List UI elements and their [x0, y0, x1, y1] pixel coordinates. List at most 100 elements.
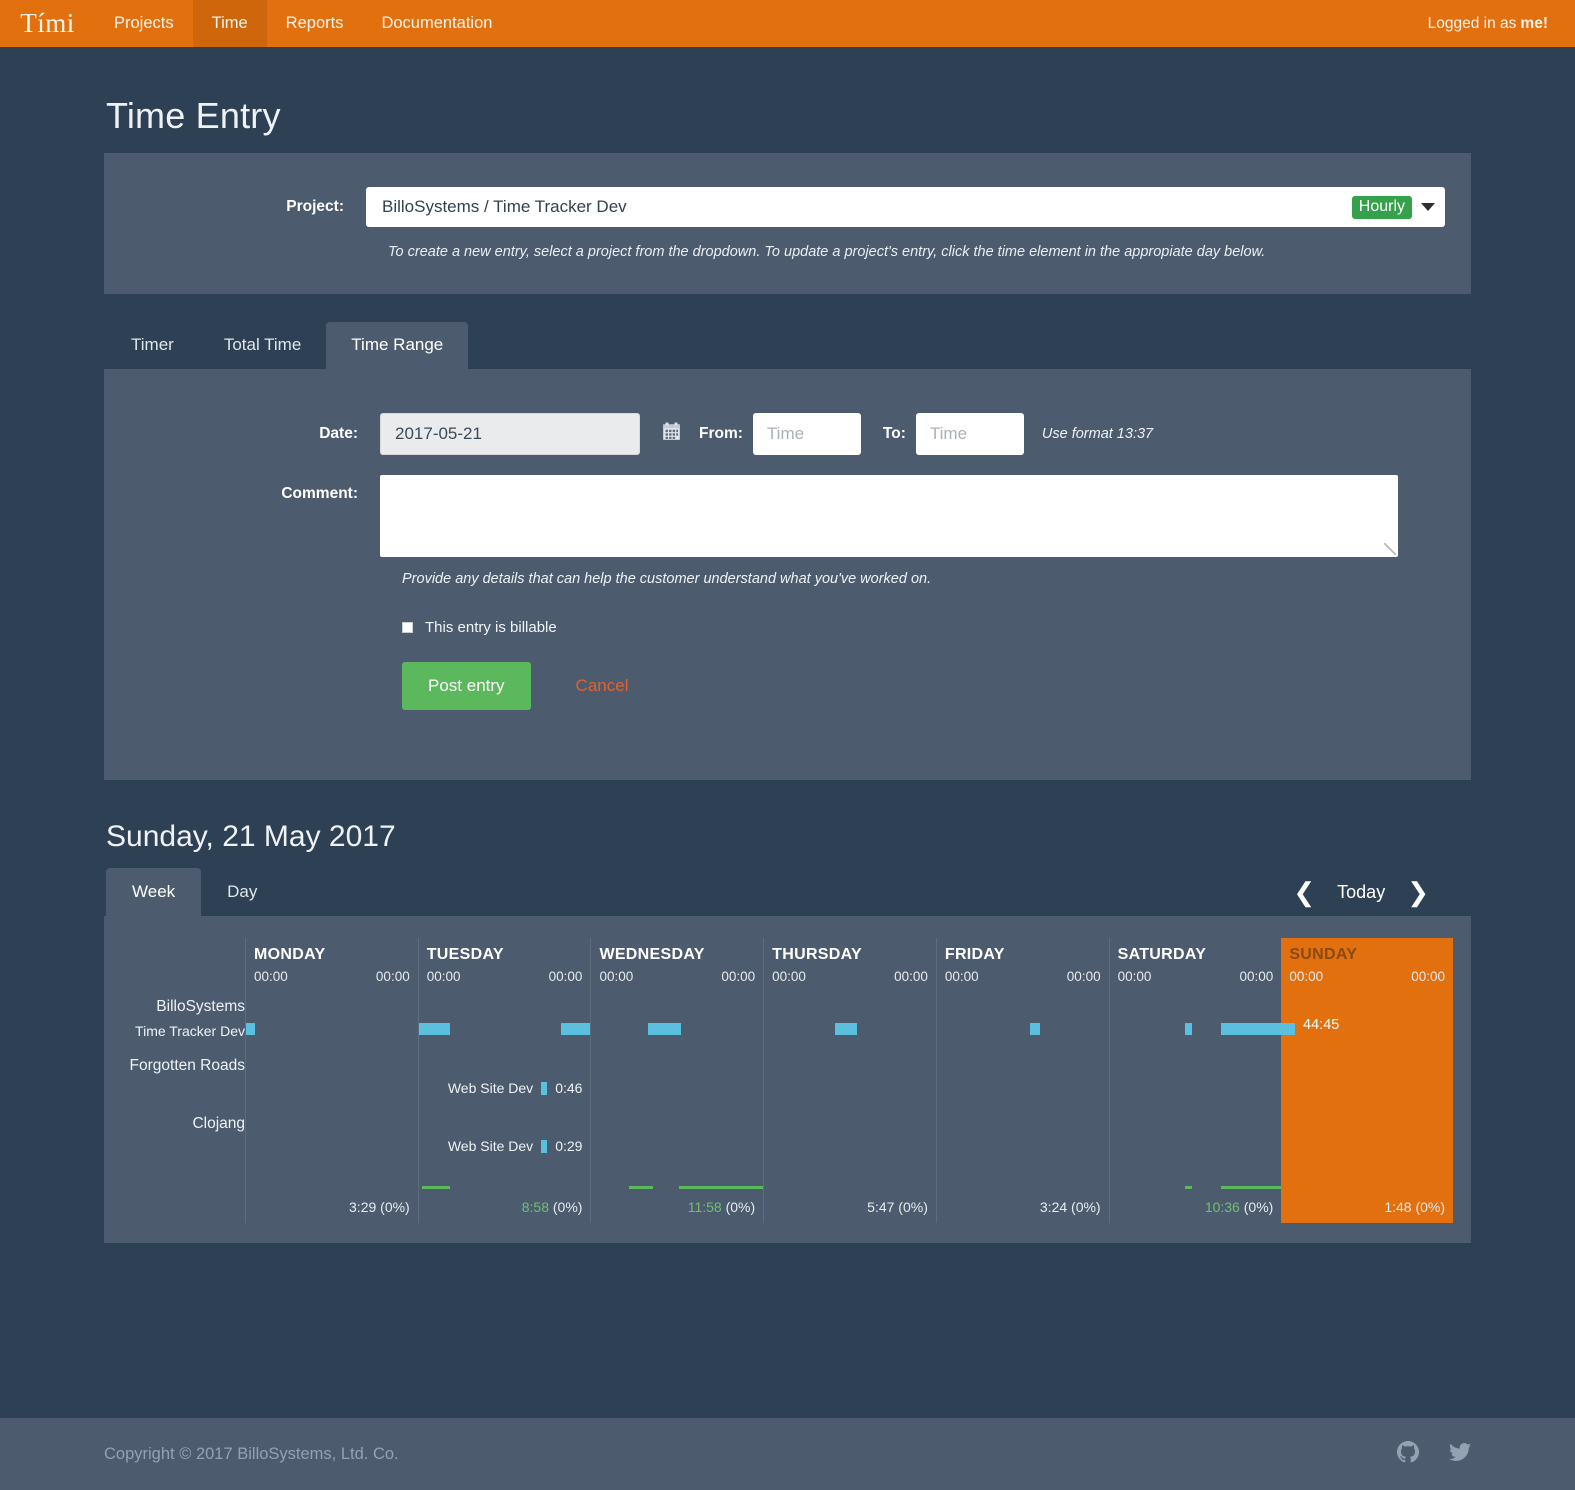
chevron-left-icon[interactable]: ❮ — [1271, 879, 1337, 905]
today-button[interactable]: Today — [1337, 882, 1385, 903]
time-bar[interactable] — [561, 1023, 591, 1035]
day-total-percent: (0%) — [721, 1199, 756, 1215]
post-entry-button[interactable]: Post entry — [402, 662, 531, 710]
day-entry[interactable]: Web Site Dev 0:29 — [448, 1138, 583, 1154]
comment-hint: Provide any details that can help the cu… — [402, 571, 932, 587]
day-end-time: 00:00 — [1066, 969, 1101, 984]
time-bar[interactable] — [834, 1023, 857, 1035]
billable-bar[interactable] — [422, 1186, 450, 1189]
week-calendar-panel: BilloSystems Time Tracker Dev Forgotten Ro… — [104, 916, 1471, 1243]
day-name: TUESDAY — [426, 946, 504, 963]
comment-textarea[interactable] — [380, 475, 1398, 557]
day-total: 10:36 (0%) — [1205, 1199, 1274, 1215]
day-entry-bar — [541, 1081, 548, 1095]
day-end-time: 00:00 — [548, 969, 583, 984]
billable-bar[interactable] — [1221, 1186, 1282, 1189]
chevron-down-icon — [1421, 203, 1435, 211]
page-content: Time Entry Project: BilloSystems / Time … — [0, 95, 1575, 1243]
nav-link-time[interactable]: Time — [192, 0, 267, 47]
day-start-time: 00:00 — [944, 969, 979, 984]
nav-link-reports[interactable]: Reports — [267, 0, 363, 47]
chevron-right-icon[interactable]: ❯ — [1385, 879, 1451, 905]
tab-day[interactable]: Day — [201, 868, 283, 916]
brand-logo[interactable]: Tími — [0, 0, 95, 47]
tab-time-range[interactable]: Time Range — [326, 322, 469, 369]
page-title: Time Entry — [106, 95, 281, 136]
project-row-label: Forgotten Roads — [129, 1057, 245, 1074]
from-label: From: — [699, 425, 743, 442]
day-column-sunday[interactable]: SUNDAY 00:00 00:00 44:45 1:48 (0%) — [1281, 938, 1454, 1223]
project-hint: To create a new entry, select a project … — [388, 244, 1266, 260]
day-column-wednesday[interactable]: WEDNESDAY 00:00 00:00 11:58 (0%) — [590, 938, 764, 1223]
logged-in-username[interactable]: me! — [1520, 15, 1548, 33]
week-calendar: BilloSystems Time Tracker Dev Forgotten Ro… — [122, 938, 1454, 1223]
cancel-button[interactable]: Cancel — [576, 676, 629, 696]
time-bar[interactable] — [1221, 1023, 1282, 1035]
week-view-tabs: Week Day ❮ Today ❯ — [104, 868, 1471, 916]
billable-label: This entry is billable — [425, 619, 557, 636]
day-total-percent: (0%) — [1411, 1199, 1446, 1215]
time-bar[interactable] — [648, 1023, 681, 1035]
day-total: 5:47 (0%) — [867, 1199, 928, 1215]
time-bar[interactable] — [1281, 1023, 1296, 1035]
resize-handle-icon[interactable] — [1384, 543, 1396, 555]
calendar-icon[interactable] — [662, 422, 681, 446]
project-row: Project: BilloSystems / Time Tracker Dev… — [104, 187, 1471, 227]
billable-bar[interactable] — [679, 1186, 764, 1189]
tab-total-time[interactable]: Total Time — [199, 322, 326, 369]
day-column-saturday[interactable]: SATURDAY 00:00 00:00 10:36 (0%) — [1108, 938, 1282, 1223]
day-total-percent: (0%) — [376, 1199, 410, 1215]
day-column-friday[interactable]: FRIDAY 00:00 00:00 3:24 (0%) — [935, 938, 1109, 1223]
comment-row: Comment: — [104, 475, 1471, 557]
day-entry[interactable]: Web Site Dev 0:46 — [448, 1080, 583, 1096]
to-time-input[interactable]: Time — [915, 413, 1024, 455]
day-entry-value: 0:29 — [555, 1138, 583, 1154]
day-start-time: 00:00 — [1117, 969, 1152, 984]
nav-link-documentation[interactable]: Documentation — [362, 0, 511, 47]
social-links — [1397, 1440, 1471, 1468]
day-name: FRIDAY — [944, 946, 1005, 963]
billable-bar[interactable] — [1185, 1186, 1192, 1189]
from-time-input[interactable]: Time — [752, 413, 861, 455]
project-select-value: BilloSystems / Time Tracker Dev — [382, 197, 627, 216]
time-bar[interactable] — [1185, 1023, 1192, 1035]
day-start-time: 00:00 — [426, 969, 461, 984]
logged-in-status: Logged in as me! — [1428, 0, 1575, 47]
twitter-icon[interactable] — [1449, 1441, 1471, 1468]
day-start-time: 00:00 — [254, 969, 288, 984]
to-label: To: — [882, 425, 906, 442]
time-range-form: Date: 2017-05-21 From: Time To: Time Use… — [104, 369, 1471, 780]
project-row-labels: BilloSystems Time Tracker Dev Forgotten Ro… — [122, 938, 245, 1223]
time-bar[interactable] — [1029, 1023, 1040, 1035]
day-total: 3:24 (0%) — [1040, 1199, 1101, 1215]
day-column-monday[interactable]: MONDAY 00:00 00:00 3:29 (0%) — [245, 938, 418, 1223]
project-select[interactable]: BilloSystems / Time Tracker Dev Hourly — [366, 187, 1445, 227]
day-end-time: 00:00 — [894, 969, 928, 984]
billable-bar[interactable] — [629, 1186, 654, 1189]
day-column-thursday[interactable]: THURSDAY 00:00 00:00 5:47 (0%) — [763, 938, 936, 1223]
time-format-hint: Use format 13:37 — [1041, 426, 1154, 442]
billable-checkbox[interactable] — [402, 622, 413, 633]
page-footer: Copyright © 2017 BilloSystems, Ltd. Co. — [0, 1418, 1575, 1490]
day-total-value: 11:58 — [687, 1199, 722, 1215]
day-total-percent: (0%) — [1239, 1199, 1274, 1215]
time-bar[interactable] — [246, 1023, 255, 1035]
project-panel: Project: BilloSystems / Time Tracker Dev… — [104, 153, 1471, 294]
github-icon[interactable] — [1397, 1440, 1419, 1468]
billing-type-badge: Hourly — [1351, 195, 1412, 219]
nav-link-projects[interactable]: Projects — [95, 0, 193, 47]
week-navigation: ❮ Today ❯ — [1271, 879, 1471, 905]
logged-in-prefix: Logged in as — [1427, 14, 1517, 32]
tab-week[interactable]: Week — [106, 868, 202, 916]
tab-timer[interactable]: Timer — [106, 322, 199, 369]
day-name: SUNDAY — [1289, 946, 1358, 963]
time-bar[interactable] — [418, 1023, 450, 1035]
day-total: 8:58 (0%) — [522, 1199, 583, 1215]
day-end-time: 00:00 — [721, 969, 756, 984]
day-name: WEDNESDAY — [599, 946, 705, 963]
date-input[interactable]: 2017-05-21 — [380, 413, 640, 455]
day-end-time: 00:00 — [1411, 969, 1446, 984]
day-column-tuesday[interactable]: TUESDAY 00:00 00:00 Web Site Dev 0:46 Web Sit… — [417, 938, 591, 1223]
day-total: 3:29 (0%) — [349, 1199, 410, 1215]
date-label: Date: — [319, 425, 358, 442]
